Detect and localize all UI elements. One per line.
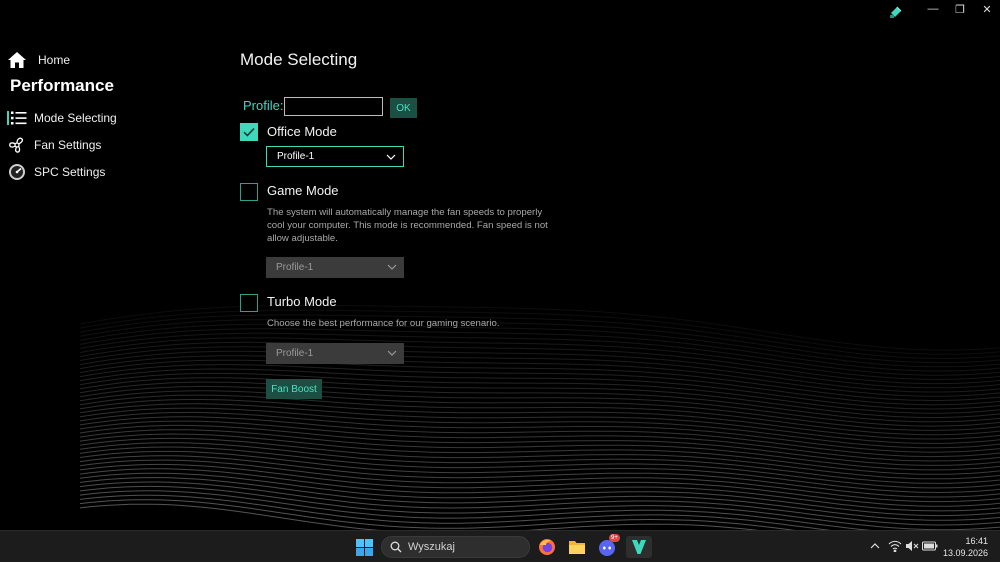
turbo-mode-profile-select[interactable]: Profile-1 [266, 343, 404, 364]
chevron-down-icon [386, 154, 396, 160]
profile-name-input[interactable] [284, 97, 383, 116]
pin-icon[interactable] [888, 4, 904, 20]
sidebar-item-label: SPC Settings [34, 165, 106, 179]
game-mode-profile-select[interactable]: Profile-1 [266, 257, 404, 278]
windows-start-icon[interactable] [353, 536, 375, 558]
sidebar-item-home-label: Home [38, 53, 71, 67]
maximize-button[interactable]: ❐ [950, 2, 970, 16]
sidebar-item-home[interactable]: Home [6, 49, 70, 71]
wave-background [79, 305, 1000, 530]
speaker-muted-icon[interactable] [905, 539, 919, 553]
taskbar: Wyszukaj 9+ 16:41 13.09.2026 [0, 530, 1000, 562]
chevron-down-icon [387, 350, 397, 356]
firefox-icon[interactable] [536, 536, 558, 558]
turbo-mode-checkbox[interactable] [240, 294, 258, 312]
close-button[interactable]: ✕ [977, 2, 997, 16]
game-mode-profile-value: Profile-1 [276, 262, 314, 273]
sidebar-item-spc-settings[interactable]: SPC Settings [6, 161, 105, 183]
battery-icon[interactable] [922, 539, 938, 553]
game-mode-label: Game Mode [267, 183, 339, 198]
sidebar-section-title: Performance [10, 76, 114, 95]
home-icon [6, 49, 28, 71]
office-mode-profile-select[interactable]: Profile-1 [266, 146, 404, 167]
game-mode-checkbox[interactable] [240, 183, 258, 201]
wifi-icon[interactable] [888, 539, 902, 553]
taskbar-search-box[interactable]: Wyszukaj [381, 536, 530, 558]
list-icon [6, 107, 28, 129]
ok-button[interactable]: OK [390, 98, 417, 118]
clock-date: 13.09.2026 [942, 548, 988, 558]
office-mode-profile-value: Profile-1 [277, 151, 315, 162]
sidebar-item-label: Fan Settings [34, 138, 102, 152]
sidebar-item-label: Mode Selecting [34, 111, 117, 125]
checkmark-icon [243, 127, 255, 137]
office-mode-checkbox[interactable] [240, 123, 258, 141]
sidebar-item-mode-selecting[interactable]: Mode Selecting [6, 107, 117, 129]
system-clock[interactable]: 16:41 13.09.2026 [943, 535, 988, 559]
fan-icon [6, 134, 28, 156]
search-placeholder: Wyszukaj [408, 541, 455, 553]
discord-icon[interactable]: 9+ [596, 534, 620, 558]
minimize-button[interactable]: — [923, 2, 943, 16]
chevron-up-icon[interactable] [868, 539, 882, 553]
profile-label: Profile: [243, 98, 284, 113]
file-explorer-icon[interactable] [566, 536, 588, 558]
turbo-mode-profile-value: Profile-1 [276, 348, 314, 359]
discord-notification-badge: 9+ [609, 534, 620, 542]
turbo-mode-description: Choose the best performance for our gami… [267, 318, 500, 329]
game-mode-description: The system will automatically manage the… [267, 207, 548, 244]
chevron-down-icon [387, 264, 397, 270]
fan-boost-button[interactable]: Fan Boost [266, 379, 322, 399]
search-icon [390, 541, 402, 553]
speedometer-icon [6, 161, 28, 183]
office-mode-label: Office Mode [267, 124, 337, 139]
app-window: — ❐ ✕ Home Performance Mode Selecting Fa… [0, 0, 1000, 530]
turbo-mode-label: Turbo Mode [267, 294, 337, 309]
page-title: Mode Selecting [240, 50, 358, 69]
control-center-app-icon[interactable] [626, 536, 652, 558]
sidebar-item-fan-settings[interactable]: Fan Settings [6, 134, 101, 156]
clock-time: 16:41 [965, 536, 988, 546]
